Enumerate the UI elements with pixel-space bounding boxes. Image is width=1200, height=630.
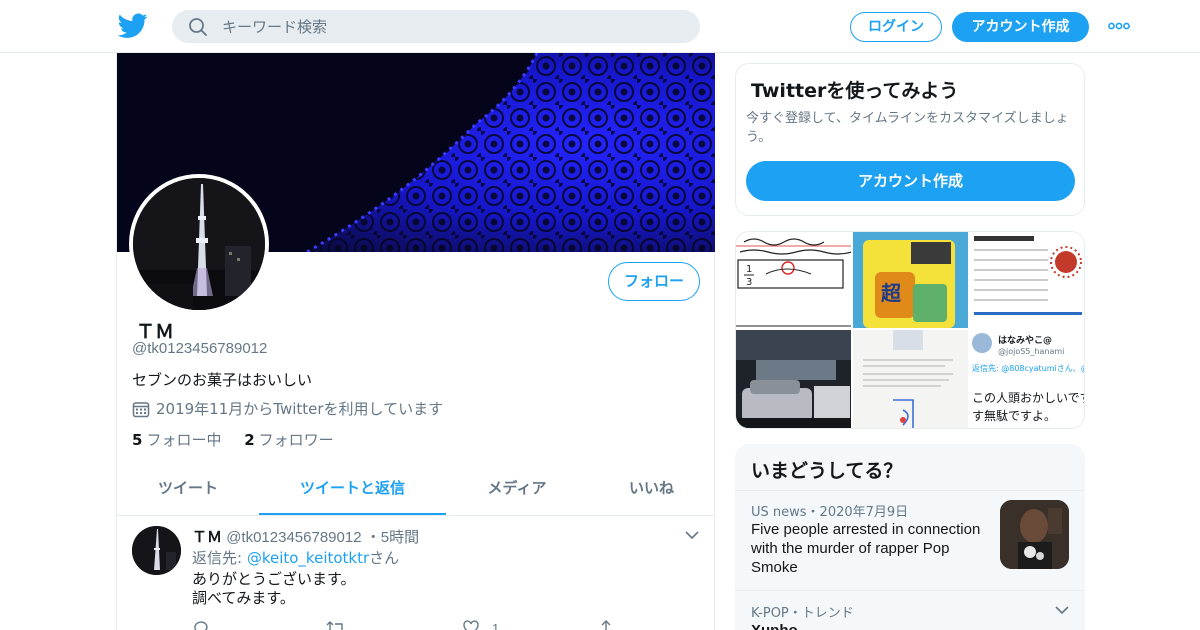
- login-button[interactable]: ログイン: [850, 12, 942, 42]
- media-text: @jojoS5_hanami: [998, 347, 1064, 356]
- media-text: はなみやこ@: [998, 335, 1052, 346]
- profile-avatar[interactable]: [129, 174, 269, 314]
- trends-panel: いまどうしてる？ US news・2020年7月9日 Five people a…: [735, 444, 1085, 630]
- retweet-action[interactable]: [326, 619, 346, 630]
- followers-stat[interactable]: 2 フォロワー: [244, 431, 333, 449]
- retweet-icon: [326, 621, 343, 630]
- tweet-reply-to: 返信先: @keito_keitotktrさん: [192, 549, 400, 567]
- trend-headline[interactable]: Five people arrested in connection with …: [751, 520, 991, 577]
- media-text: す無駄ですよ。: [972, 408, 1056, 423]
- profile-bio: セブンのお菓子はおいしい: [132, 371, 313, 389]
- chevron-down-icon[interactable]: [1055, 605, 1069, 615]
- chevron-down-icon[interactable]: [685, 530, 699, 540]
- join-date-text: 2019年11月からTwitterを利用しています: [156, 400, 444, 418]
- trend-meta: US news・2020年7月9日: [751, 505, 909, 520]
- more-icon[interactable]: [1108, 20, 1130, 32]
- top-bar: ログイン アカウント作成: [0, 0, 1200, 53]
- trend-meta: K-POP・トレンド: [751, 606, 854, 621]
- share-icon: [599, 620, 613, 630]
- tweet-dot: ・: [365, 529, 381, 546]
- profile-column: フォロー ＴＭ @tk0123456789012 セブンのお菓子はおいしい 20…: [116, 53, 715, 630]
- signup-card-description: 今すぐ登録して、タイムラインをカスタマイズしましょう。: [746, 111, 1069, 145]
- profile-join-date: 2019年11月からTwitterを利用しています: [132, 398, 443, 419]
- search-box[interactable]: [172, 10, 700, 43]
- reply-action[interactable]: [192, 619, 210, 630]
- search-input[interactable]: [222, 10, 682, 43]
- signup-card: Twitterを使ってみよう 今すぐ登録して、タイムラインをカスタマイズしましょ…: [735, 63, 1085, 216]
- media-thumbnail[interactable]: [853, 330, 968, 428]
- tweet-actions: 1: [192, 619, 632, 630]
- trend-name[interactable]: Xupho: [751, 622, 798, 630]
- like-count: 1: [492, 620, 500, 630]
- media-text: 返信先: @808cyatumiさん、@: [972, 363, 1085, 373]
- media-thumbnail[interactable]: はなみやこ@ @jojoS5_hanami 返信先: @808cyatumiさん…: [970, 330, 1085, 428]
- reply-icon: [194, 621, 208, 630]
- media-thumbnail[interactable]: 超: [853, 232, 968, 328]
- profile-handle: @tk0123456789012: [132, 340, 268, 357]
- svg-text:1: 1: [746, 264, 752, 275]
- twitter-logo-icon[interactable]: [118, 13, 148, 39]
- share-action[interactable]: [597, 619, 615, 630]
- media-thumbnail[interactable]: [736, 330, 851, 428]
- tab-tweets[interactable]: ツイート: [117, 463, 259, 515]
- search-icon: [189, 18, 207, 36]
- tweet-author-handle[interactable]: @tk0123456789012: [226, 529, 361, 546]
- divider: [735, 590, 1085, 591]
- profile-tabs: ツイート ツイートと返信 メディア いいね: [117, 463, 715, 516]
- media-text: この人頭おかしいです: [972, 391, 1085, 405]
- like-action[interactable]: 1: [462, 619, 499, 630]
- media-grid: 1 3 超 はなみやこ@ @jojoS5_hanami 返信先: @808cya…: [735, 231, 1085, 429]
- tweet-avatar[interactable]: [132, 526, 181, 575]
- tweet[interactable]: ＴＭ @tk0123456789012 ・5時間 返信先: @keito_kei…: [117, 516, 715, 630]
- calendar-icon: [132, 401, 150, 417]
- signup-card-title: Twitterを使ってみよう: [751, 80, 959, 102]
- signup-button[interactable]: アカウント作成: [952, 12, 1089, 42]
- tab-likes[interactable]: いいね: [588, 463, 715, 515]
- tweet-author-name[interactable]: ＴＭ: [192, 528, 222, 546]
- heart-icon: [463, 620, 479, 630]
- following-stat[interactable]: 5 フォロー中: [132, 431, 221, 449]
- tab-tweets-and-replies[interactable]: ツイートと返信: [259, 463, 446, 515]
- divider: [735, 490, 1085, 491]
- tweet-header: ＴＭ @tk0123456789012 ・5時間: [192, 526, 419, 547]
- trend-thumbnail[interactable]: [1000, 500, 1069, 569]
- reply-user-link[interactable]: @keito_keitotktr: [247, 549, 369, 567]
- tweet-time[interactable]: 5時間: [381, 529, 419, 546]
- svg-text:3: 3: [746, 277, 752, 288]
- signup-card-button[interactable]: アカウント作成: [746, 161, 1075, 201]
- media-thumbnail[interactable]: 1 3: [736, 232, 851, 328]
- profile-stats: 5 フォロー中 2 フォロワー: [132, 429, 334, 450]
- follow-button[interactable]: フォロー: [608, 262, 700, 301]
- svg-text:超: 超: [880, 281, 902, 305]
- trends-title: いまどうしてる？: [751, 460, 903, 482]
- tweet-text: ありがとうございます。 調べてみます。: [192, 570, 356, 607]
- media-thumbnail[interactable]: [970, 232, 1084, 328]
- tab-media[interactable]: メディア: [446, 463, 588, 515]
